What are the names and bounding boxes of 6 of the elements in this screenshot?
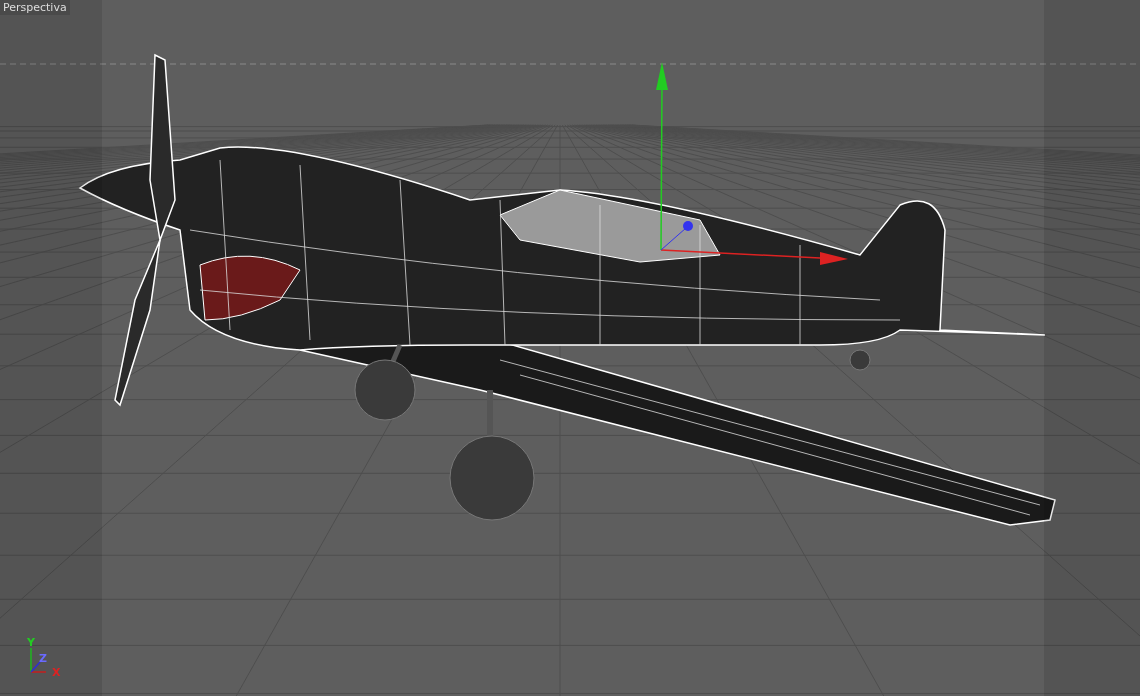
- axis-label: X: [52, 667, 61, 678]
- axis-label: Y: [27, 637, 35, 648]
- axis-indicator-icon: [30, 647, 47, 673]
- axis-label: Z: [39, 653, 47, 664]
- move-gizmo-icon: [656, 62, 848, 265]
- viewport-label: Perspectiva: [0, 0, 70, 15]
